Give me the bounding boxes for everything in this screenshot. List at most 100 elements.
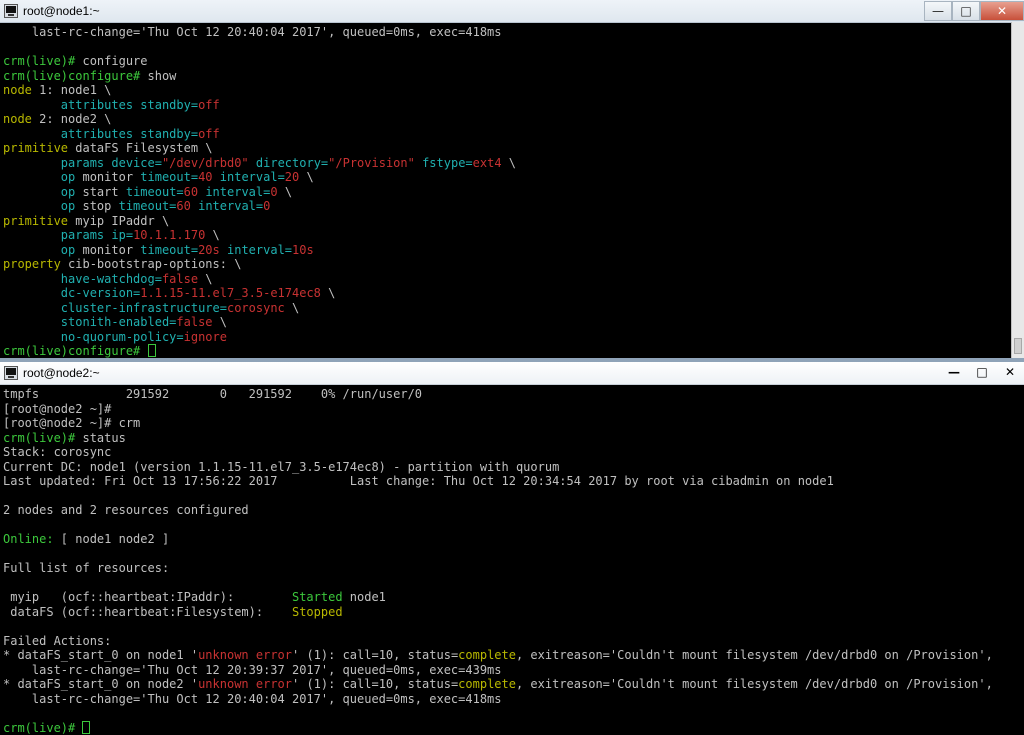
terminal-text: timeout= <box>125 184 184 199</box>
terminal-text: cluster-infrastructure= <box>60 300 227 315</box>
terminal-line: Last updated: Fri Oct 13 17:56:22 2017 L… <box>3 474 1010 489</box>
terminal-text: node <box>3 112 40 126</box>
terminal-text: Stack: corosync <box>3 445 112 459</box>
terminal-line: last-rc-change='Thu Oct 12 20:39:37 2017… <box>3 663 1010 678</box>
terminal-window-node1[interactable]: root@node1:~ — □ ✕ last-rc-change='Thu O… <box>0 0 1024 358</box>
terminal-text: interval= <box>205 184 271 199</box>
close-button[interactable]: ✕ <box>980 1 1024 21</box>
terminal-text: last-rc-change='Thu Oct 12 20:40:04 2017… <box>3 691 502 706</box>
terminal-line: * dataFS_start_0 on node2 'unknown error… <box>3 677 1010 692</box>
minimize-button[interactable]: — <box>924 1 952 21</box>
terminal-text: op <box>60 170 83 184</box>
terminal-text: "/dev/drbd0" <box>161 155 249 170</box>
terminal-line: node 1: node1 \ <box>3 83 1010 98</box>
title-bar[interactable]: root@node2:~ — □ ✕ <box>0 362 1024 385</box>
terminal-text: dataFS Filesystem \ <box>75 141 213 155</box>
terminal-text: dataFS (ocf::heartbeat:Filesystem): <box>3 604 292 619</box>
terminal-text: interval= <box>227 242 293 257</box>
terminal-text: unknown error <box>198 648 292 662</box>
terminal-text: 20 <box>284 170 300 184</box>
terminal-text: complete <box>458 648 516 662</box>
terminal-window-node2[interactable]: root@node2:~ — □ ✕ tmpfs 291592 0 291592… <box>0 362 1024 735</box>
terminal-text: * dataFS_start_0 on node2 ' <box>3 677 199 691</box>
terminal-text: \ <box>205 228 220 242</box>
text-cursor <box>147 344 156 357</box>
scrollbar[interactable] <box>1011 22 1024 358</box>
terminal-text: have-watchdog= <box>60 271 162 286</box>
terminal-output[interactable]: tmpfs 291592 0 291592 0% /run/user/0 [roo… <box>3 387 1010 735</box>
terminal-text: last-rc-change='Thu Oct 12 20:39:37 2017… <box>3 662 502 677</box>
terminal-text: 60 <box>176 199 191 213</box>
terminal-text: timeout= <box>118 199 177 213</box>
maximize-button[interactable]: □ <box>968 362 996 382</box>
terminal-text: stonith-enabled= <box>60 315 177 329</box>
terminal-text: node1 <box>349 590 386 604</box>
terminal-text: op <box>60 199 83 213</box>
terminal-text: dc-version= <box>60 286 141 300</box>
terminal-line: crm(live)# <box>3 720 1010 735</box>
terminal-line: crm(live)configure# <box>3 344 1010 358</box>
terminal-line: primitive dataFS Filesystem \ <box>3 141 1010 156</box>
terminal-text: myip (ocf::heartbeat:IPaddr): <box>3 590 292 604</box>
window-title: root@node2:~ <box>23 366 100 380</box>
terminal-line: last-rc-change='Thu Oct 12 20:40:04 2017… <box>3 25 1010 40</box>
terminal-text: ignore <box>183 329 227 344</box>
terminal-text: , exitreason='Couldn't mount filesystem … <box>515 648 993 662</box>
terminal-text: 40 <box>198 170 213 184</box>
terminal-text: 10.1.1.170 <box>133 228 206 242</box>
terminal-text: device= <box>111 155 162 170</box>
terminal-text: \ <box>284 300 300 315</box>
terminal-output[interactable]: last-rc-change='Thu Oct 12 20:40:04 2017… <box>3 25 1010 358</box>
terminal-text: op <box>60 184 83 199</box>
scrollbar-thumb[interactable] <box>1014 338 1022 354</box>
terminal-line: Online: [ node1 node2 ] <box>3 532 1010 547</box>
terminal-text: \ <box>501 155 517 170</box>
terminal-text: Online: <box>3 532 61 546</box>
terminal-line: [root@node2 ~]# <box>3 402 1010 417</box>
terminal-text: interval= <box>198 199 264 213</box>
minimize-button[interactable]: — <box>940 362 968 382</box>
terminal-line: params ip=10.1.1.170 \ <box>3 228 1010 243</box>
terminal-text: stop <box>82 199 119 213</box>
terminal-text: unknown error <box>198 677 292 691</box>
terminal-text: crm(live)# <box>3 720 83 735</box>
title-bar[interactable]: root@node1:~ — □ ✕ <box>0 0 1024 23</box>
terminal-line: params device="/dev/drbd0" directory="/P… <box>3 156 1010 171</box>
terminal-text: false <box>161 271 199 286</box>
terminal-line: crm(live)# status <box>3 431 1010 446</box>
maximize-button[interactable]: □ <box>952 1 980 21</box>
terminal-line: node 2: node2 \ <box>3 112 1010 127</box>
terminal-line: cluster-infrastructure=corosync \ <box>3 301 1010 316</box>
terminal-text: status <box>82 430 126 445</box>
terminal-line: dc-version=1.1.15-11.el7_3.5-e174ec8 \ <box>3 286 1010 301</box>
terminal-line: Failed Actions: <box>3 634 1010 649</box>
terminal-text: \ <box>277 184 293 199</box>
terminal-line: [root@node2 ~]# crm <box>3 416 1010 431</box>
putty-terminal-icon[interactable] <box>4 4 18 18</box>
terminal-line: attributes standby=off <box>3 98 1010 113</box>
close-button[interactable]: ✕ <box>996 362 1024 382</box>
terminal-line: Stack: corosync <box>3 445 1010 460</box>
terminal-text: directory= <box>255 155 329 170</box>
putty-terminal-icon[interactable] <box>4 366 18 380</box>
terminal-text: \ <box>320 286 336 300</box>
terminal-text: primitive <box>3 141 76 155</box>
terminal-text: timeout= <box>140 170 199 184</box>
terminal-text: op <box>60 242 83 257</box>
terminal-text: off <box>198 97 220 112</box>
terminal-text: false <box>176 315 213 329</box>
